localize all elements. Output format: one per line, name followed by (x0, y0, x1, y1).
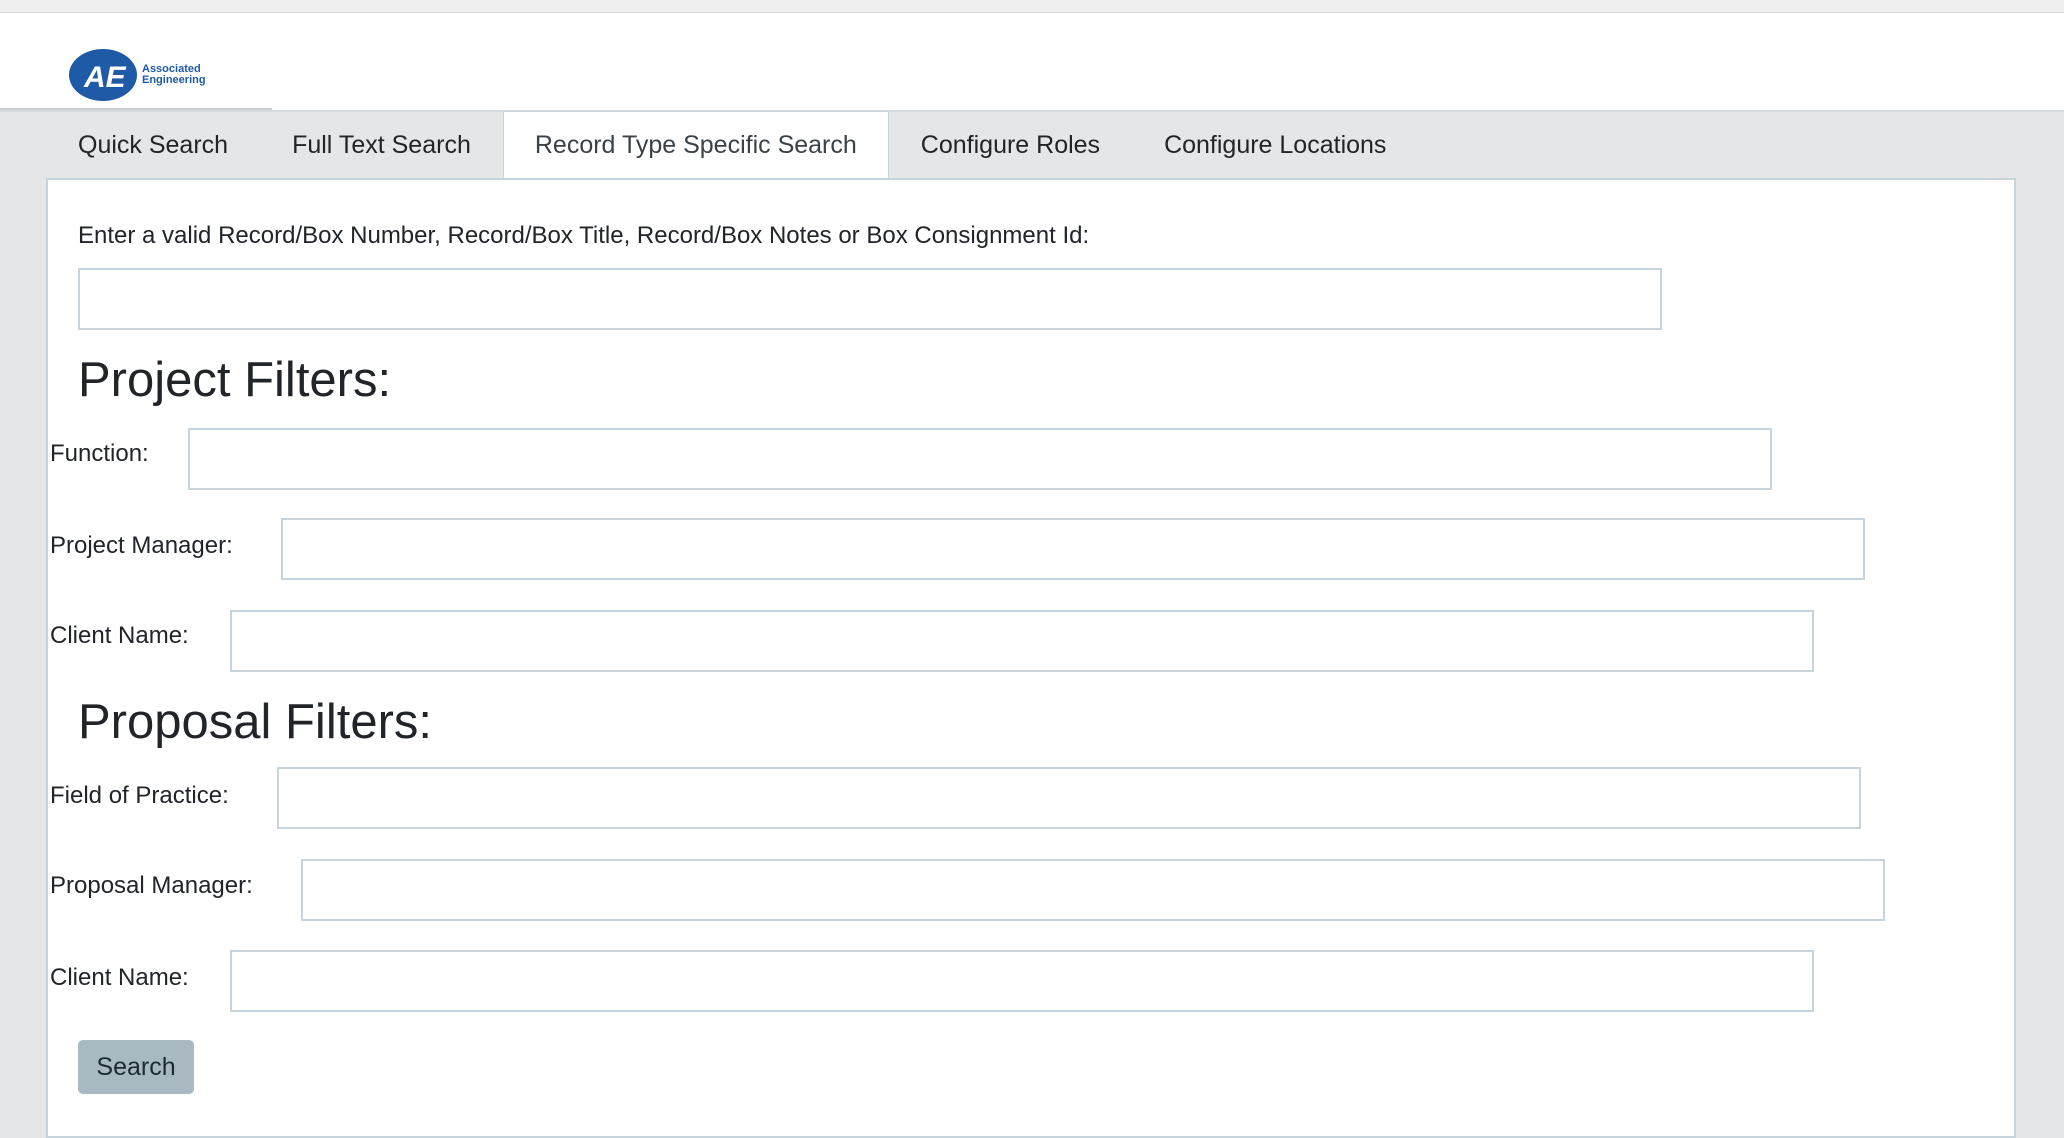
proposal-manager-label: Proposal Manager: (50, 872, 253, 899)
associated-engineering-logo[interactable]: AE Associated Engineering (68, 43, 208, 107)
project-client-name-input[interactable] (230, 610, 1814, 672)
record-search-input[interactable] (78, 268, 1662, 330)
proposal-client-name-input[interactable] (230, 950, 1814, 1012)
app-header: AE Associated Engineering (0, 13, 2064, 112)
tab-configure-locations[interactable]: Configure Locations (1132, 111, 1418, 178)
project-filters-heading: Project Filters: (78, 353, 392, 407)
project-manager-label: Project Manager: (50, 532, 233, 559)
header-accent-line (0, 108, 272, 110)
ae-logo-icon: AE (69, 49, 137, 101)
field-of-practice-label: Field of Practice: (50, 782, 229, 809)
tab-quick-search[interactable]: Quick Search (46, 111, 260, 178)
tab-full-text-search[interactable]: Full Text Search (260, 111, 503, 178)
logo-wordmark: Associated Engineering (142, 63, 206, 86)
search-button[interactable]: Search (78, 1040, 194, 1094)
field-of-practice-input[interactable] (277, 767, 1861, 829)
project-manager-input[interactable] (281, 518, 1865, 580)
search-panel: Enter a valid Record/Box Number, Record/… (46, 178, 2016, 1138)
svg-text:AE: AE (83, 61, 127, 94)
tab-configure-roles[interactable]: Configure Roles (889, 111, 1132, 178)
record-search-label: Enter a valid Record/Box Number, Record/… (78, 222, 1090, 249)
project-client-name-label: Client Name: (50, 622, 189, 649)
function-input[interactable] (188, 428, 1772, 490)
proposal-client-name-label: Client Name: (50, 964, 189, 991)
proposal-manager-input[interactable] (301, 859, 1885, 921)
function-label: Function: (50, 440, 149, 467)
tab-record-type-specific-search[interactable]: Record Type Specific Search (502, 111, 889, 178)
browser-top-strip (0, 0, 2064, 13)
tab-bar: Quick Search Full Text Search Record Typ… (46, 111, 1418, 179)
proposal-filters-heading: Proposal Filters: (78, 695, 433, 749)
